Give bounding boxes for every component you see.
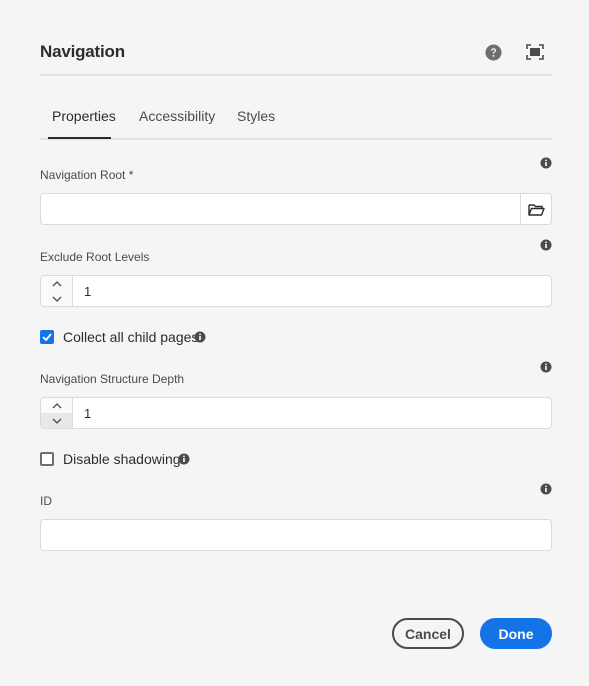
navigation-dialog: Navigation Properties Accessibility Styl… bbox=[0, 0, 589, 686]
fullscreen-icon[interactable] bbox=[525, 42, 545, 62]
stepper-buttons bbox=[41, 276, 73, 306]
navigation-root-field bbox=[40, 193, 552, 225]
done-button[interactable]: Done bbox=[480, 618, 552, 649]
tab-properties[interactable]: Properties bbox=[52, 108, 116, 124]
navigation-root-info-icon[interactable] bbox=[540, 157, 552, 169]
increment-button[interactable] bbox=[41, 276, 72, 291]
decrement-button[interactable] bbox=[41, 291, 72, 306]
collect-all-child-pages-label[interactable]: Collect all child pages bbox=[63, 329, 198, 345]
id-field bbox=[40, 519, 552, 551]
navigation-structure-depth-info-icon[interactable] bbox=[540, 361, 552, 373]
dialog-header: Navigation bbox=[40, 36, 552, 76]
stepper-buttons bbox=[41, 398, 73, 428]
tab-bar: Properties Accessibility Styles bbox=[40, 98, 552, 140]
navigation-root-input[interactable] bbox=[41, 194, 521, 224]
active-tab-indicator bbox=[48, 137, 111, 139]
increment-button[interactable] bbox=[41, 398, 72, 413]
collect-all-child-pages-checkbox[interactable] bbox=[40, 330, 54, 344]
decrement-button[interactable] bbox=[41, 413, 72, 428]
folder-open-icon[interactable] bbox=[520, 194, 551, 224]
disable-shadowing-checkbox[interactable] bbox=[40, 452, 54, 466]
cancel-button[interactable]: Cancel bbox=[392, 618, 464, 649]
navigation-structure-depth-label: Navigation Structure Depth bbox=[40, 372, 185, 386]
tab-styles[interactable]: Styles bbox=[237, 108, 275, 124]
exclude-root-levels-label: Exclude Root Levels bbox=[40, 250, 150, 264]
navigation-structure-depth-input[interactable] bbox=[74, 398, 544, 428]
disable-shadowing-label[interactable]: Disable shadowing bbox=[63, 451, 181, 467]
exclude-root-levels-info-icon[interactable] bbox=[540, 239, 552, 251]
exclude-root-levels-stepper bbox=[40, 275, 552, 307]
collect-all-child-pages-info-icon[interactable] bbox=[194, 331, 206, 343]
exclude-root-levels-input[interactable] bbox=[74, 276, 544, 306]
id-input[interactable] bbox=[41, 520, 551, 550]
dialog-title: Navigation bbox=[40, 42, 125, 61]
navigation-root-label: Navigation Root * bbox=[40, 168, 134, 182]
help-icon[interactable] bbox=[483, 42, 503, 62]
id-info-icon[interactable] bbox=[540, 483, 552, 495]
disable-shadowing-info-icon[interactable] bbox=[178, 453, 190, 465]
id-label: ID bbox=[40, 494, 52, 508]
navigation-structure-depth-stepper bbox=[40, 397, 552, 429]
tab-accessibility[interactable]: Accessibility bbox=[139, 108, 215, 124]
